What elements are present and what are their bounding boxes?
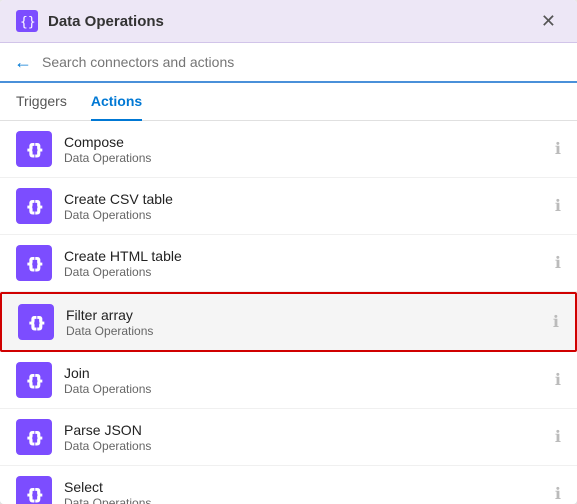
list-item-create-csv[interactable]: {} Create CSV table Data Operations ℹ <box>0 178 577 235</box>
create-csv-text: Create CSV table Data Operations <box>64 191 543 222</box>
svg-text:{}: {} <box>27 374 43 389</box>
parse-json-sub: Data Operations <box>64 439 543 453</box>
svg-text:{}: {} <box>27 488 43 503</box>
join-icon-bg: {} <box>16 362 52 398</box>
tab-triggers[interactable]: Triggers <box>16 83 67 121</box>
svg-text:{}: {} <box>29 316 45 331</box>
create-html-icon: {} <box>24 253 44 273</box>
svg-text:{}: {} <box>27 257 43 272</box>
parse-json-info-button[interactable]: ℹ <box>555 427 561 447</box>
create-html-info-button[interactable]: ℹ <box>555 253 561 273</box>
svg-text:{}: {} <box>27 431 43 446</box>
search-row: ← <box>0 43 577 83</box>
create-csv-info-button[interactable]: ℹ <box>555 196 561 216</box>
list-item-select[interactable]: {} Select Data Operations ℹ <box>0 466 577 504</box>
data-operations-icon: {} <box>16 10 38 32</box>
compose-name: Compose <box>64 134 543 150</box>
filter-array-name: Filter array <box>66 307 541 323</box>
parse-json-icon: {} <box>24 427 44 447</box>
select-name: Select <box>64 479 543 495</box>
select-sub: Data Operations <box>64 496 543 504</box>
tab-actions[interactable]: Actions <box>91 83 142 121</box>
join-icon: {} <box>24 370 44 390</box>
back-button[interactable]: ← <box>12 53 34 71</box>
parse-json-text: Parse JSON Data Operations <box>64 422 543 453</box>
filter-array-sub: Data Operations <box>66 324 541 338</box>
compose-icon: {} <box>24 139 44 159</box>
compose-text: Compose Data Operations <box>64 134 543 165</box>
create-csv-icon-bg: {} <box>16 188 52 224</box>
svg-text:{}: {} <box>27 143 43 158</box>
select-info-button[interactable]: ℹ <box>555 484 561 504</box>
compose-sub: Data Operations <box>64 151 543 165</box>
list-item-parse-json[interactable]: {} Parse JSON Data Operations ℹ <box>0 409 577 466</box>
tabs-bar: Triggers Actions <box>0 83 577 121</box>
join-sub: Data Operations <box>64 382 543 396</box>
list-item-compose[interactable]: {} Compose Data Operations ℹ <box>0 121 577 178</box>
svg-text:{}: {} <box>20 15 36 30</box>
parse-json-icon-bg: {} <box>16 419 52 455</box>
select-icon: {} <box>24 484 44 504</box>
close-button[interactable]: ✕ <box>536 10 561 32</box>
items-list: {} Compose Data Operations ℹ {} Create C… <box>0 121 577 504</box>
dialog-title: Data Operations <box>48 13 164 30</box>
create-html-name: Create HTML table <box>64 248 543 264</box>
parse-json-name: Parse JSON <box>64 422 543 438</box>
filter-array-info-button[interactable]: ℹ <box>553 312 559 332</box>
join-name: Join <box>64 365 543 381</box>
svg-text:{}: {} <box>27 200 43 215</box>
list-item-filter-array[interactable]: {} Filter array Data Operations ℹ <box>0 292 577 352</box>
join-info-button[interactable]: ℹ <box>555 370 561 390</box>
create-csv-icon: {} <box>24 196 44 216</box>
compose-icon-bg: {} <box>16 131 52 167</box>
filter-array-icon: {} <box>26 312 46 332</box>
create-html-sub: Data Operations <box>64 265 543 279</box>
dialog: {} Data Operations ✕ ← Triggers Actions … <box>0 0 577 504</box>
filter-array-text: Filter array Data Operations <box>66 307 541 338</box>
select-text: Select Data Operations <box>64 479 543 504</box>
create-csv-name: Create CSV table <box>64 191 543 207</box>
create-csv-sub: Data Operations <box>64 208 543 222</box>
list-item-join[interactable]: {} Join Data Operations ℹ <box>0 352 577 409</box>
compose-info-button[interactable]: ℹ <box>555 139 561 159</box>
join-text: Join Data Operations <box>64 365 543 396</box>
select-icon-bg: {} <box>16 476 52 504</box>
search-input[interactable] <box>42 54 565 70</box>
dialog-header: {} Data Operations ✕ <box>0 0 577 43</box>
create-html-icon-bg: {} <box>16 245 52 281</box>
dialog-header-left: {} Data Operations <box>16 10 164 32</box>
filter-array-icon-bg: {} <box>18 304 54 340</box>
create-html-text: Create HTML table Data Operations <box>64 248 543 279</box>
list-item-create-html[interactable]: {} Create HTML table Data Operations ℹ <box>0 235 577 292</box>
